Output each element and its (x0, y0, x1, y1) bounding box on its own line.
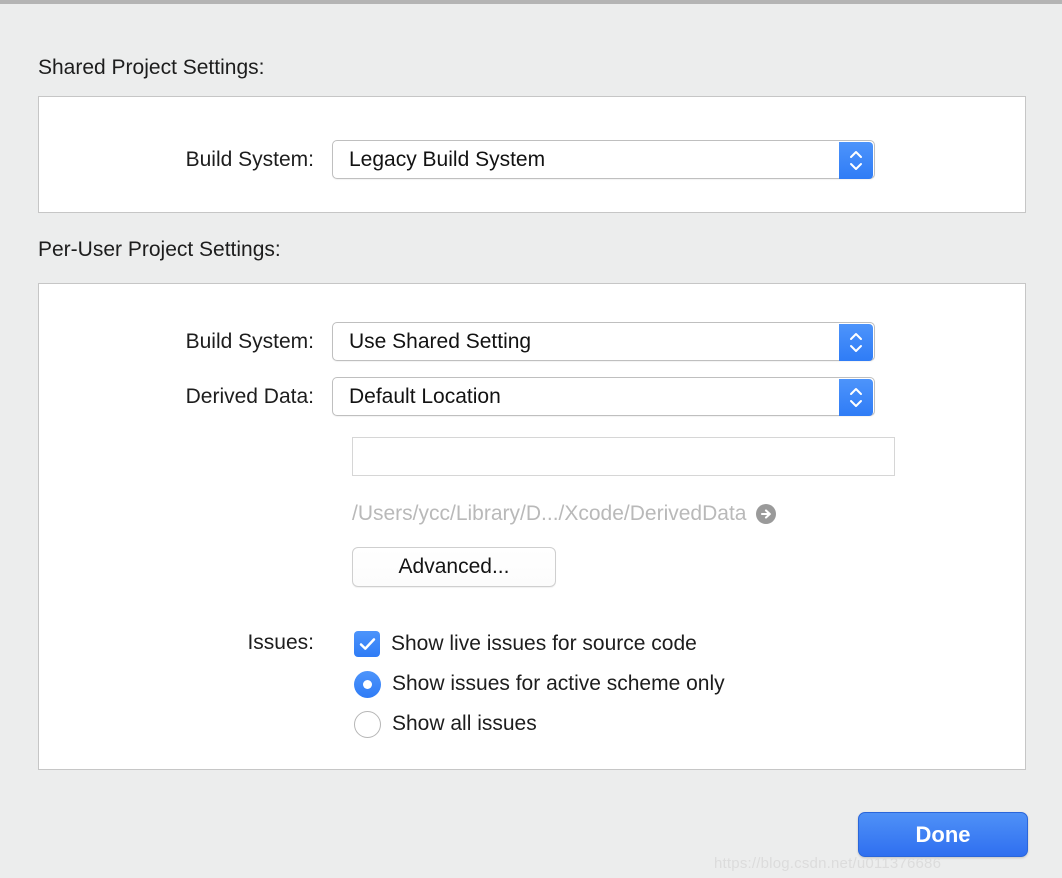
done-button[interactable]: Done (858, 812, 1028, 857)
radio-unselected-icon[interactable] (354, 710, 381, 738)
derived-data-select[interactable]: Default Location (332, 377, 875, 416)
advanced-button[interactable]: Advanced... (352, 547, 556, 587)
derived-data-row: Derived Data: Default Location (38, 377, 875, 416)
shared-build-system-row: Build System: Legacy Build System (38, 140, 875, 179)
arrow-right-circle-icon[interactable] (755, 503, 777, 525)
stepper-up-down-icon[interactable] (839, 142, 873, 179)
show-live-issues-checkbox-row[interactable]: Show live issues for source code (354, 628, 725, 660)
project-settings-sheet: Shared Project Settings: Build System: L… (0, 4, 1062, 878)
derived-data-path-text: /Users/ycc/Library/D.../Xcode/DerivedDat… (352, 502, 747, 525)
derived-data-path-input[interactable] (352, 437, 895, 476)
radio-active-scheme-only-label: Show issues for active scheme only (392, 672, 725, 695)
issues-choice-list: Show live issues for source code Show is… (354, 628, 725, 740)
derived-data-resolved-path: /Users/ycc/Library/D.../Xcode/DerivedDat… (352, 502, 777, 526)
per-user-build-system-value: Use Shared Setting (349, 329, 532, 353)
radio-show-all-issues-row[interactable]: Show all issues (354, 708, 725, 740)
per-user-project-settings-heading: Per-User Project Settings: (38, 238, 281, 261)
watermark-text: https://blog.csdn.net/u011376686 (714, 855, 942, 872)
stepper-up-down-icon[interactable] (839, 324, 873, 361)
radio-selected-icon[interactable] (354, 670, 381, 698)
shared-build-system-select[interactable]: Legacy Build System (332, 140, 875, 179)
shared-project-settings-heading: Shared Project Settings: (38, 56, 265, 79)
derived-data-value: Default Location (349, 384, 501, 408)
per-user-build-system-label: Build System: (185, 329, 314, 353)
show-live-issues-label: Show live issues for source code (391, 632, 697, 655)
radio-active-scheme-only-row[interactable]: Show issues for active scheme only (354, 668, 725, 700)
radio-show-all-issues-label: Show all issues (392, 712, 537, 735)
per-user-build-system-select[interactable]: Use Shared Setting (332, 322, 875, 361)
per-user-build-system-row: Build System: Use Shared Setting (38, 322, 875, 361)
issues-label: Issues: (247, 631, 314, 654)
stepper-up-down-icon[interactable] (839, 379, 873, 416)
shared-build-system-value: Legacy Build System (349, 147, 546, 171)
derived-data-label: Derived Data: (185, 384, 314, 408)
shared-build-system-label: Build System: (185, 147, 314, 171)
checkmark-icon[interactable] (354, 631, 380, 657)
